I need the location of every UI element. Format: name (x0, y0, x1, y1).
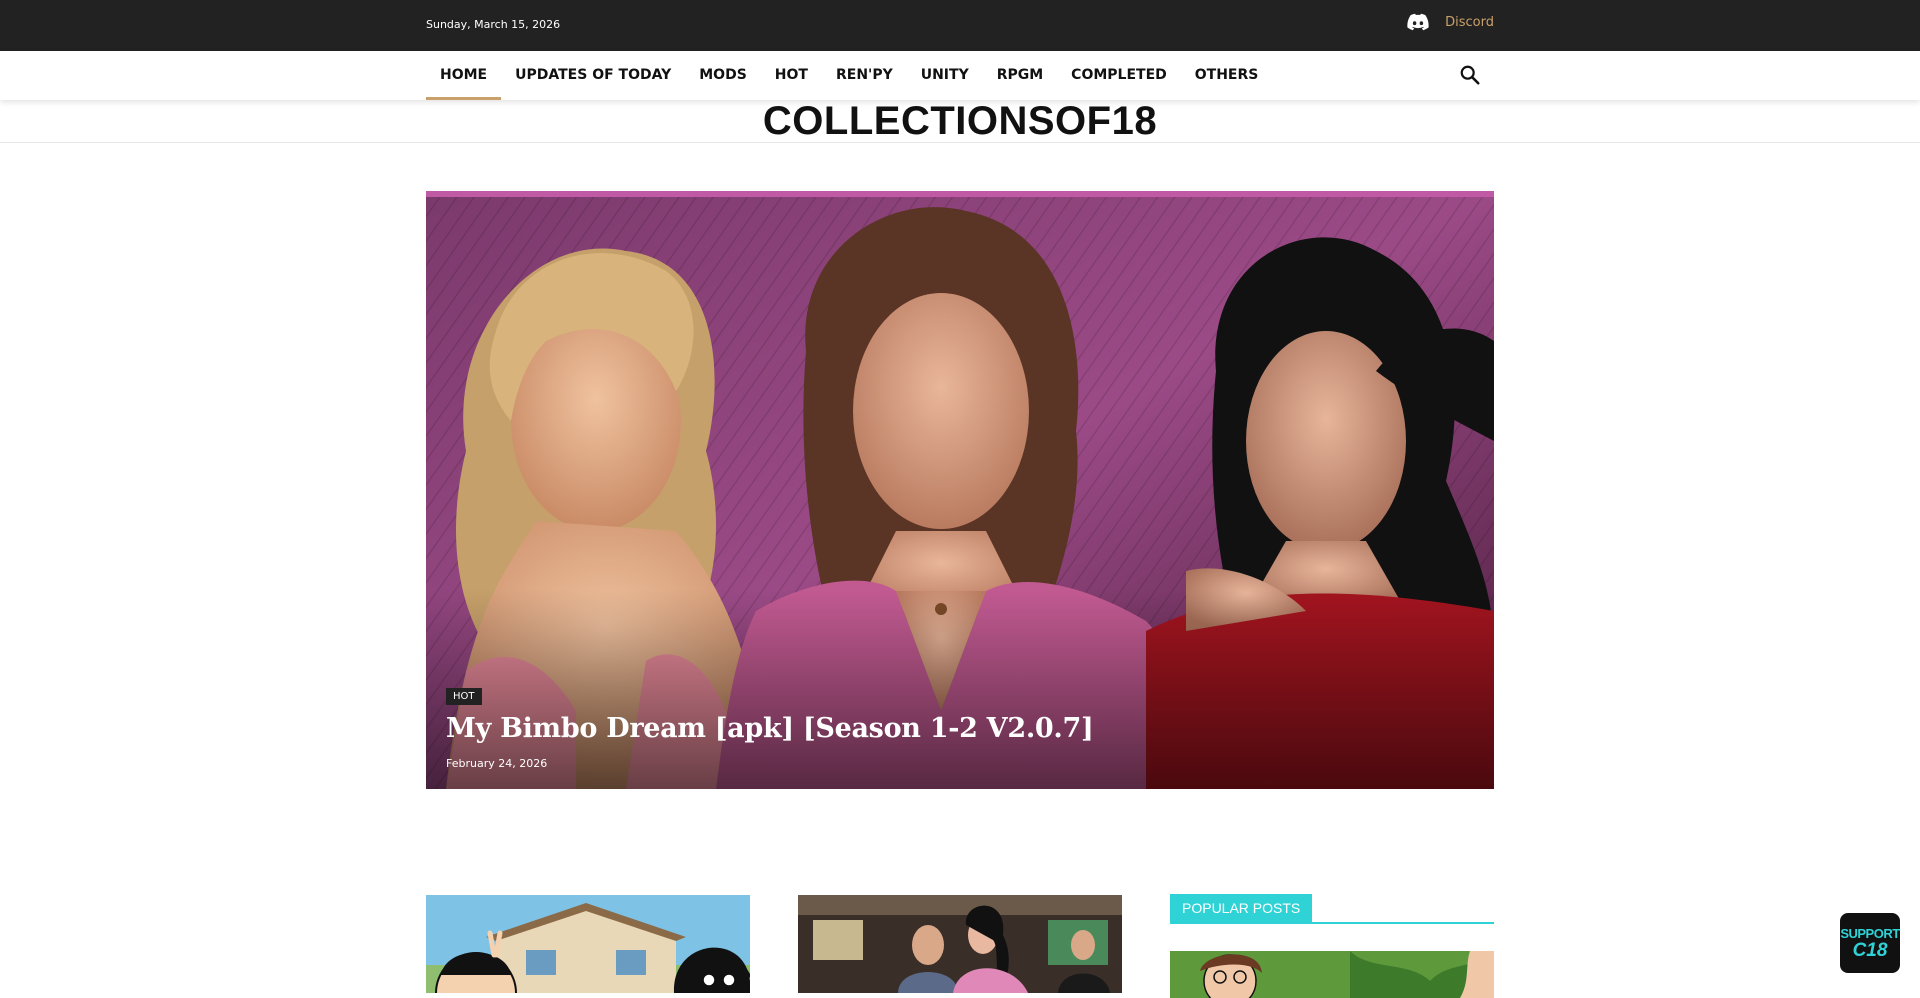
nav-menu: HOME UPDATES OF TODAY MODS HOT REN'PY UN… (426, 51, 1272, 100)
post-card-image[interactable] (426, 895, 750, 993)
top-bar: Sunday, March 15, 2026 Discord (0, 0, 1920, 51)
nav-item-updates-of-today[interactable]: UPDATES OF TODAY (501, 51, 685, 100)
support-brand[interactable]: C18 (1853, 940, 1888, 961)
nav-item-unity[interactable]: UNITY (907, 51, 983, 100)
popular-posts-widget: POPULAR POSTS (1170, 894, 1494, 998)
support-label[interactable]: SUPPORT (1840, 926, 1900, 941)
site-logo[interactable]: COLLECTIONSOF18 (0, 100, 1920, 142)
nav-item-mods[interactable]: MODS (685, 51, 761, 100)
support-c18-button[interactable]: SUPPORT C18 (1840, 913, 1900, 973)
discord-label[interactable]: Discord (1445, 15, 1494, 30)
popular-posts-header: POPULAR POSTS (1170, 894, 1494, 924)
featured-post-date: February 24, 2026 (446, 757, 548, 770)
popular-post-image[interactable] (1170, 951, 1494, 998)
nav-item-others[interactable]: OTHERS (1181, 51, 1273, 100)
nav-item-completed[interactable]: COMPLETED (1057, 51, 1181, 100)
featured-post[interactable]: HOT My Bimbo Dream [apk] [Season 1-2 V2.… (426, 191, 1494, 789)
post-card-thumbnail[interactable] (426, 895, 750, 993)
category-badge[interactable]: HOT (446, 688, 482, 705)
search-icon[interactable] (1459, 64, 1481, 86)
nav-item-home[interactable]: HOME (426, 51, 502, 100)
logo-strip: COLLECTIONSOF18 (0, 100, 1920, 143)
popular-post-thumbnail[interactable] (1170, 951, 1494, 998)
discord-icon[interactable] (1407, 13, 1429, 31)
current-date: Sunday, March 15, 2026 (426, 18, 561, 31)
post-card-image[interactable] (798, 895, 1122, 993)
nav-item-rpgm[interactable]: RPGM (983, 51, 1057, 100)
post-card-thumbnail[interactable] (798, 895, 1122, 993)
main-navigation: HOME UPDATES OF TODAY MODS HOT REN'PY UN… (0, 51, 1920, 100)
hero-gradient-overlay (426, 589, 1494, 789)
discord-link[interactable]: Discord (1407, 13, 1494, 31)
popular-posts-title: POPULAR POSTS (1170, 894, 1313, 922)
nav-item-hot[interactable]: HOT (761, 51, 822, 100)
featured-post-title[interactable]: My Bimbo Dream [apk] [Season 1-2 V2.0.7] (446, 713, 1094, 744)
nav-item-renpy[interactable]: REN'PY (822, 51, 907, 100)
